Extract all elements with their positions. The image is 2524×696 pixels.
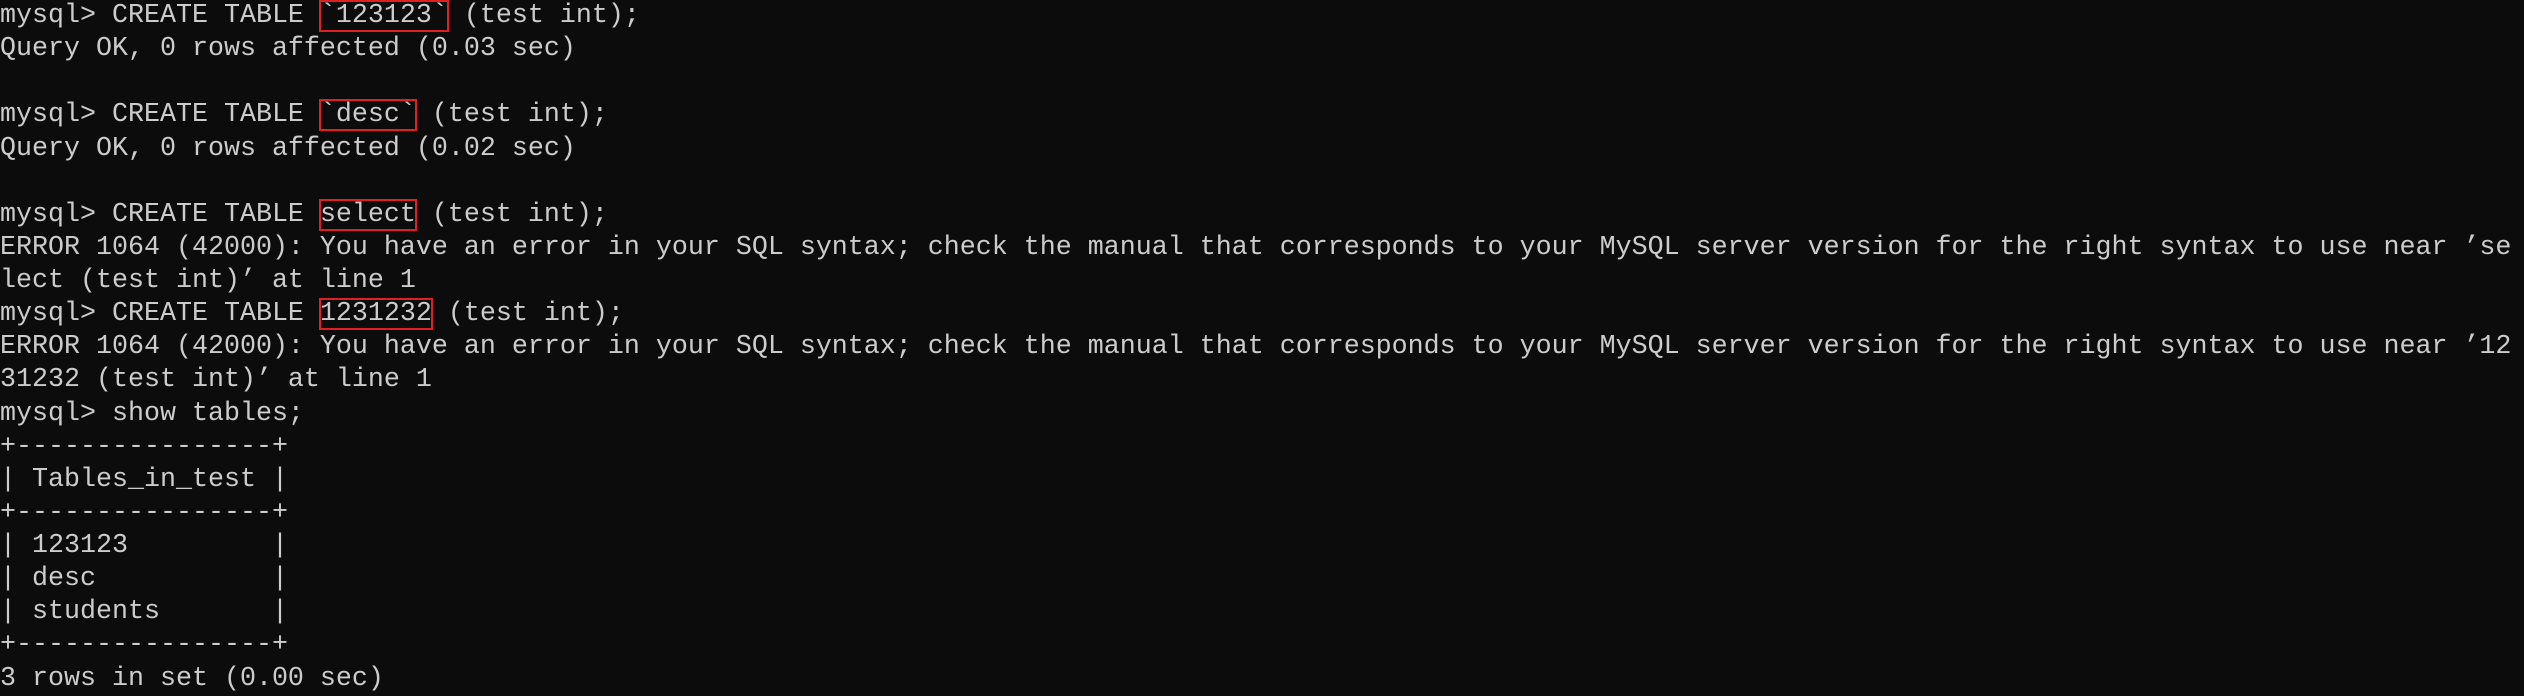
line-text: mysql> show tables; [0, 398, 304, 429]
line-text-suffix: (test int); [431, 299, 624, 330]
line-text: lect (test int)’ at line 1 [0, 266, 416, 296]
line-text: mysql> CREATE TABLE [0, 299, 320, 330]
terminal-line: ERROR 1064 (42000): You have an error in… [0, 331, 2524, 364]
line-text: mysql> CREATE TABLE [0, 100, 320, 131]
line-text: | desc | [0, 564, 288, 595]
highlighted-table-name: 1231232 [318, 298, 433, 331]
terminal-line: +----------------+ [0, 497, 2524, 530]
line-text: ERROR 1064 (42000): You have an error in… [0, 232, 2512, 263]
terminal-line: | 123123 | [0, 530, 2524, 563]
line-text-suffix: (test int); [415, 100, 608, 131]
mysql-terminal-window[interactable]: mysql> CREATE TABLE `123123` (test int);… [0, 0, 2524, 696]
terminal-line: mysql> CREATE TABLE 1231232 (test int); [0, 298, 2524, 331]
line-text: mysql> CREATE TABLE [0, 199, 320, 230]
line-text: +----------------+ [0, 431, 288, 462]
line-text: | 123123 | [0, 531, 288, 561]
terminal-line: +----------------+ [0, 629, 2524, 662]
line-text: +----------------+ [0, 497, 288, 528]
terminal-line: Query OK, 0 rows affected (0.03 sec) [0, 33, 2524, 66]
terminal-line: | students | [0, 596, 2524, 629]
line-text: 3 rows in set (0.00 sec) [0, 663, 384, 694]
line-text: | Tables_in_test | [0, 464, 288, 495]
line-text: mysql> CREATE TABLE [0, 1, 320, 31]
terminal-line: lect (test int)’ at line 1 [0, 265, 2524, 298]
line-text: +----------------+ [0, 630, 288, 661]
line-text: Query OK, 0 rows affected (0.03 sec) [0, 34, 576, 65]
terminal-line: mysql> show tables; [0, 398, 2524, 431]
terminal-line: mysql> CREATE TABLE select (test int); [0, 198, 2524, 232]
line-text: ERROR 1064 (42000): You have an error in… [0, 332, 2512, 363]
terminal-line: ERROR 1064 (42000): You have an error in… [0, 232, 2524, 265]
terminal-line: Query OK, 0 rows affected (0.02 sec) [0, 133, 2524, 166]
line-text-suffix: (test int); [447, 1, 640, 31]
terminal-line: +----------------+ [0, 431, 2524, 464]
terminal-line: mysql> CREATE TABLE `123123` (test int); [0, 0, 2524, 33]
line-text: | students | [0, 597, 288, 628]
highlighted-table-name: `desc` [318, 99, 417, 132]
terminal-line: 3 rows in set (0.00 sec) [0, 663, 2524, 696]
terminal-line: mysql> CREATE TABLE `desc` (test int); [0, 99, 2524, 132]
terminal-line: | desc | [0, 563, 2524, 596]
terminal-line: | Tables_in_test | [0, 464, 2524, 497]
highlighted-table-name: select [318, 198, 417, 231]
line-text: 31232 (test int)’ at line 1 [0, 365, 432, 396]
line-text: Query OK, 0 rows affected (0.02 sec) [0, 133, 576, 164]
line-text-suffix: (test int); [415, 199, 608, 230]
highlighted-table-name: `123123` [318, 0, 449, 32]
terminal-line: 31232 (test int)’ at line 1 [0, 364, 2524, 397]
